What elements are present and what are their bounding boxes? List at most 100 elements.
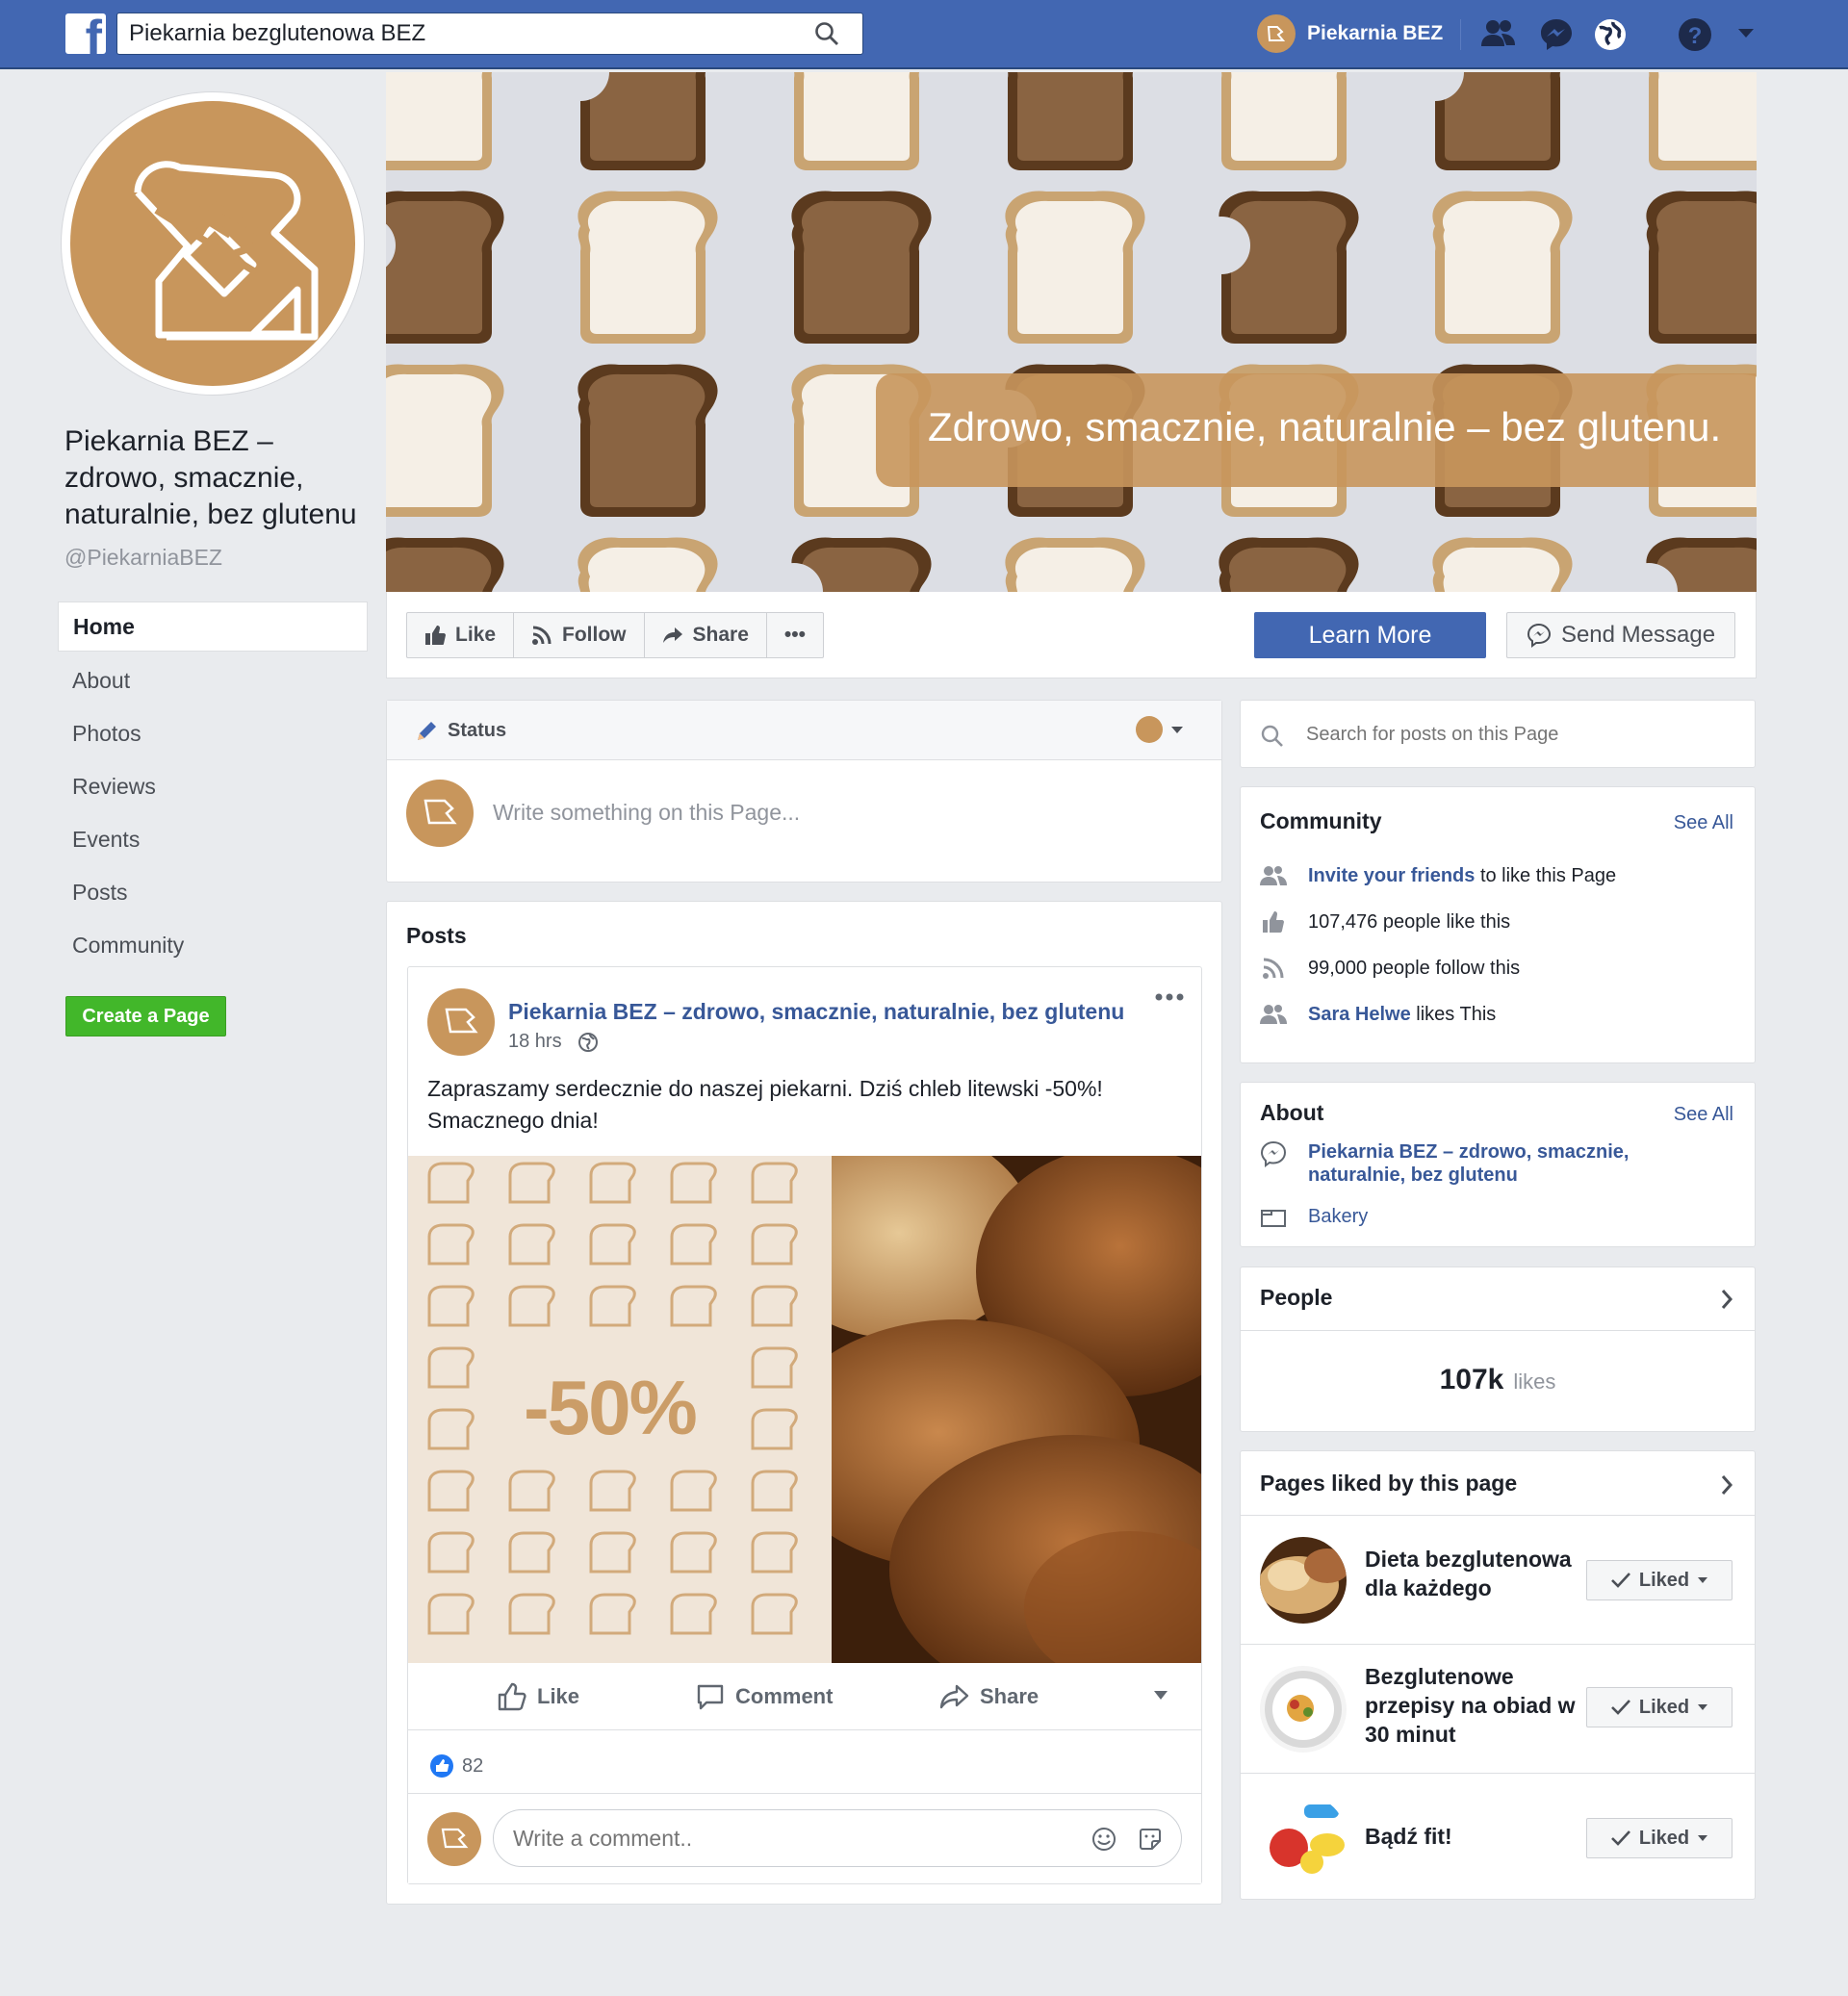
globe-icon[interactable] <box>1590 14 1630 55</box>
reactions-summary[interactable]: 82 <box>429 1753 483 1778</box>
liked-button[interactable]: Liked <box>1586 1687 1732 1727</box>
fitness-fruit-image <box>1260 1795 1347 1881</box>
about-page-name-link[interactable]: Piekarnia BEZ – zdrowo, smacznie, natural… <box>1308 1140 1629 1187</box>
people-likes-count: 107k likes <box>1439 1364 1556 1395</box>
chevron-down-icon <box>1698 1577 1708 1583</box>
liked-page-name[interactable]: Bezglutenowe przepisy na obiad w 30 minu… <box>1365 1662 1596 1749</box>
create-page-button[interactable]: Create a Page <box>65 996 226 1036</box>
avatar <box>1257 14 1296 53</box>
liked-page-thumbnail[interactable] <box>1260 1795 1347 1881</box>
bez-logo-icon <box>441 1828 469 1849</box>
page-search-input[interactable] <box>1306 718 1730 751</box>
profile-picture[interactable]: BEZ <box>61 91 365 396</box>
left-navigation: Home About Photos Reviews Events Posts C… <box>58 601 368 972</box>
help-icon[interactable]: ? <box>1675 14 1715 55</box>
post-comment-button[interactable]: Comment <box>695 1681 833 1712</box>
globe-icon <box>578 1032 598 1052</box>
posts-section: Posts Piekarnia BEZ – zdrowo, smacznie, … <box>386 901 1222 1905</box>
nav-item-photos[interactable]: Photos <box>58 707 368 760</box>
chevron-down-icon[interactable] <box>1170 726 1184 735</box>
learn-more-button[interactable]: Learn More <box>1254 612 1486 658</box>
share-page-button[interactable]: Share <box>645 613 767 657</box>
thumbs-up-outline-icon <box>498 1682 526 1710</box>
global-search[interactable] <box>116 13 863 55</box>
liked-page-name[interactable]: Bądź fit! <box>1365 1822 1596 1851</box>
pages-liked-title: Pages liked by this page <box>1260 1471 1518 1496</box>
comment-composer <box>408 1793 1201 1883</box>
cover-photo[interactable] <box>386 72 1757 592</box>
friend-name-link[interactable]: Sara Helwe <box>1308 1004 1411 1025</box>
post-timestamp[interactable]: 18 hrs <box>508 1031 562 1053</box>
pencil-icon <box>418 722 436 740</box>
about-category-row: Bakery <box>1260 1206 1368 1228</box>
sticker-icon[interactable] <box>1137 1826 1164 1853</box>
chevron-down-icon[interactable] <box>1153 1690 1168 1702</box>
nav-item-community[interactable]: Community <box>58 919 368 972</box>
search-icon[interactable] <box>814 21 839 46</box>
facebook-logo-icon[interactable]: f <box>65 13 106 54</box>
liked-page-thumbnail[interactable] <box>1260 1537 1347 1624</box>
status-input[interactable]: Write something on this Page... <box>493 800 800 826</box>
post-meta: 18 hrs <box>508 1031 599 1053</box>
thumbs-up-icon <box>425 626 446 645</box>
avatar <box>406 780 474 847</box>
status-tab[interactable]: Status <box>448 720 506 742</box>
chevron-right-icon[interactable] <box>1720 1289 1733 1310</box>
comment-box[interactable] <box>493 1809 1182 1867</box>
rss-follow-icon <box>1263 958 1284 979</box>
chevron-down-icon <box>1698 1704 1708 1710</box>
post-share-button[interactable]: Share <box>939 1681 1039 1712</box>
invite-friends-link[interactable]: Invite your friends <box>1308 865 1475 886</box>
emoji-icon[interactable] <box>1091 1826 1117 1853</box>
pages-liked-header[interactable]: Pages liked by this page <box>1241 1451 1755 1515</box>
nav-item-home[interactable]: Home <box>58 601 368 652</box>
bread-pattern-image <box>386 72 1757 592</box>
nav-item-about[interactable]: About <box>58 654 368 707</box>
page-handle[interactable]: @PiekarniaBEZ <box>64 545 222 571</box>
divider <box>1460 19 1461 50</box>
chevron-right-icon[interactable] <box>1720 1474 1733 1496</box>
people-header[interactable]: People <box>1241 1267 1755 1331</box>
messenger-icon[interactable] <box>1536 14 1577 55</box>
share-arrow-icon <box>939 1684 969 1708</box>
status-header: Status <box>387 701 1221 760</box>
comment-input[interactable] <box>494 1810 1033 1866</box>
post-author-link[interactable]: Piekarnia BEZ – zdrowo, smacznie, natura… <box>508 999 1124 1025</box>
search-icon <box>1261 725 1283 747</box>
like-page-button[interactable]: Like <box>407 613 515 657</box>
liked-page-item: Dieta bezglutenowa dla każdego Liked <box>1241 1515 1755 1644</box>
bez-logo-icon <box>1267 26 1286 41</box>
community-card: Community See All Invite your friends to… <box>1240 786 1756 1063</box>
avatar[interactable] <box>427 988 495 1056</box>
send-message-button[interactable]: Send Message <box>1506 612 1735 658</box>
avatar[interactable] <box>1136 716 1163 743</box>
nav-item-events[interactable]: Events <box>58 813 368 866</box>
chevron-down-icon[interactable] <box>1736 27 1756 40</box>
nav-item-posts[interactable]: Posts <box>58 866 368 919</box>
bez-logo-icon <box>445 1008 478 1034</box>
page-title: Piekarnia BEZ – zdrowo, smacznie, natura… <box>64 425 357 530</box>
post-like-button[interactable]: Like <box>497 1681 579 1712</box>
nav-item-reviews[interactable]: Reviews <box>58 760 368 813</box>
community-see-all-link[interactable]: See All <box>1674 812 1733 834</box>
follow-button[interactable]: Follow <box>514 613 645 657</box>
liked-page-thumbnail[interactable] <box>1260 1666 1347 1753</box>
cover-tagline-banner: Zdrowo, smacznie, naturalnie – bez glute… <box>876 373 1756 487</box>
liked-page-name[interactable]: Dieta bezglutenowa dla każdego <box>1365 1545 1596 1602</box>
friends-icon <box>1260 1005 1287 1024</box>
post-image[interactable]: -50% <box>408 1156 1201 1663</box>
liked-button[interactable]: Liked <box>1586 1818 1732 1858</box>
bez-logo-icon <box>424 799 457 825</box>
search-input[interactable] <box>117 13 791 54</box>
liked-button[interactable]: Liked <box>1586 1560 1732 1600</box>
about-see-all-link[interactable]: See All <box>1674 1104 1733 1126</box>
pages-liked-card: Pages liked by this page Dieta bezgluten… <box>1240 1450 1756 1900</box>
more-options-button[interactable]: ••• <box>767 613 823 657</box>
category-link[interactable]: Bakery <box>1308 1206 1368 1228</box>
bread-photo <box>764 1156 1201 1663</box>
about-title: About <box>1260 1100 1324 1125</box>
more-options-icon[interactable] <box>1155 992 1184 1002</box>
friends-icon[interactable] <box>1478 14 1519 55</box>
topbar-profile[interactable]: Piekarnia BEZ <box>1257 13 1443 54</box>
page-post-search[interactable] <box>1240 700 1756 768</box>
